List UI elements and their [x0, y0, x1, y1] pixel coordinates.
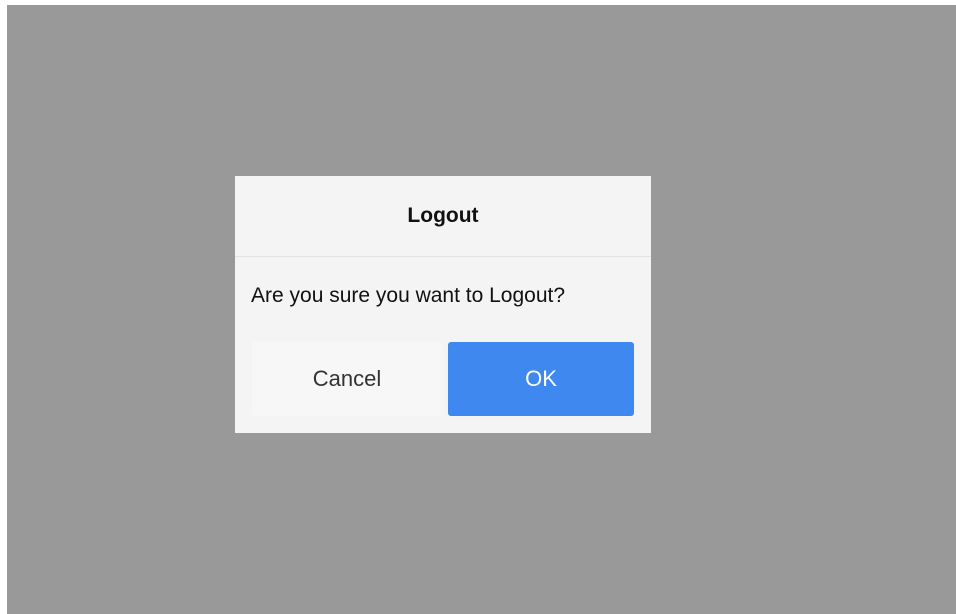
- ok-button[interactable]: OK: [448, 342, 634, 416]
- cancel-button[interactable]: Cancel: [252, 342, 442, 416]
- logout-dialog: Logout Are you sure you want to Logout? …: [235, 176, 651, 433]
- dialog-title: Logout: [407, 204, 479, 227]
- dialog-message: Are you sure you want to Logout?: [251, 284, 566, 307]
- dialog-header: Logout: [235, 176, 651, 257]
- modal-overlay[interactable]: Logout Are you sure you want to Logout? …: [7, 5, 956, 614]
